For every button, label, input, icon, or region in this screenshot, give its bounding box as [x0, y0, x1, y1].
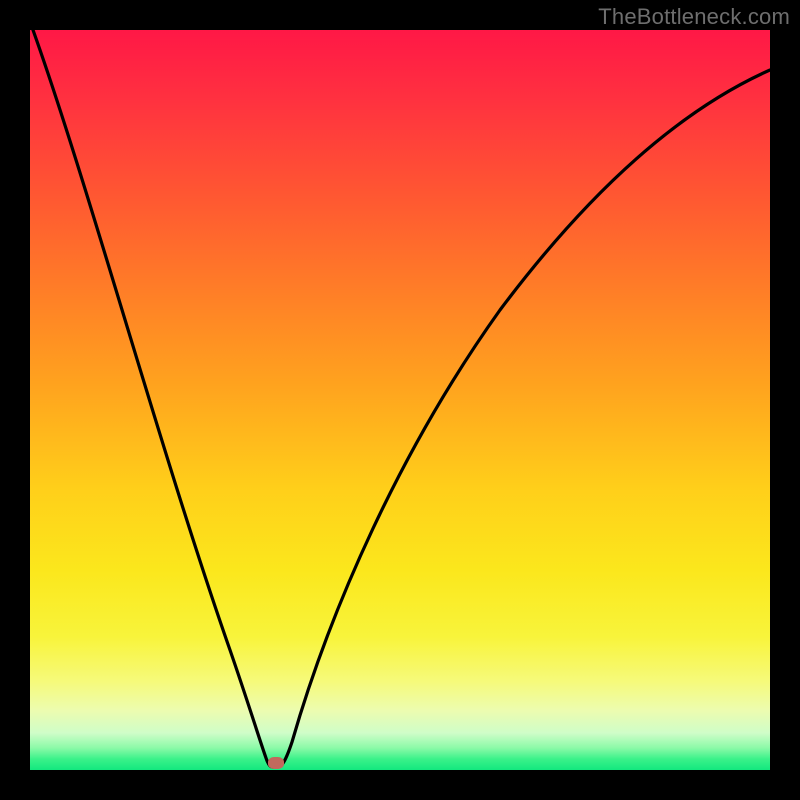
bottleneck-curve [33, 30, 770, 767]
chart-frame: TheBottleneck.com [0, 0, 800, 800]
optimal-point-marker [268, 757, 284, 769]
curve-layer [30, 30, 770, 770]
watermark-text: TheBottleneck.com [598, 4, 790, 30]
plot-area [30, 30, 770, 770]
